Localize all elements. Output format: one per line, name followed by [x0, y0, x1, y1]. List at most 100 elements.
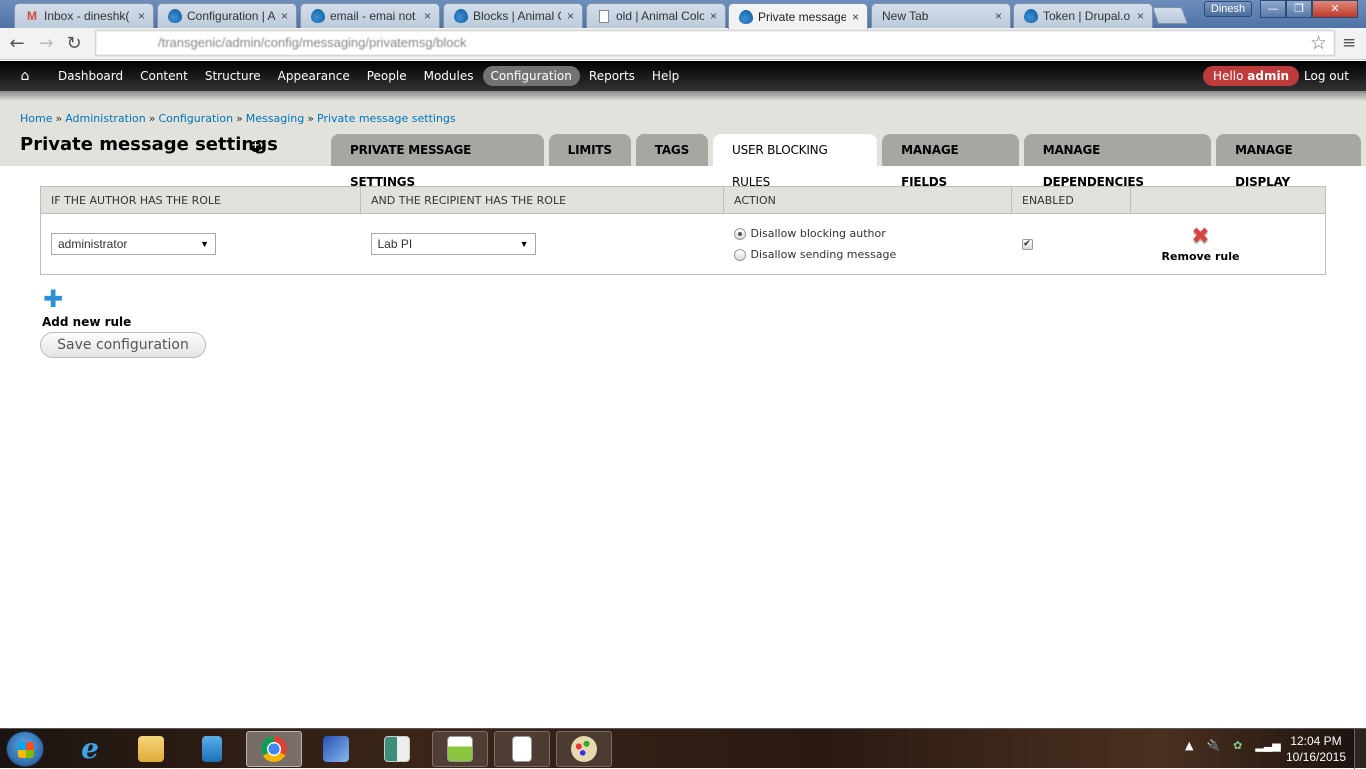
recipient-role-select[interactable]: Lab PI ▼: [370, 233, 536, 255]
tab-tags[interactable]: TAGS: [635, 134, 709, 166]
breadcrumb-home[interactable]: Home: [20, 112, 52, 125]
signal-strength-icon[interactable]: ▂▃▅: [1255, 739, 1280, 752]
admin-menu-appearance[interactable]: Appearance: [270, 66, 358, 86]
admin-menu-modules[interactable]: Modules: [416, 66, 482, 86]
admin-menu-content[interactable]: Content: [132, 66, 196, 86]
user-greeting[interactable]: Hello admin: [1203, 66, 1300, 86]
action-option-disallow-blocking[interactable]: Disallow blocking author: [733, 223, 1012, 244]
document-app-icon: [512, 736, 532, 762]
save-configuration-button[interactable]: Save configuration: [40, 332, 206, 358]
close-tab-icon[interactable]: ×: [281, 9, 288, 23]
taskbar-remote-desktop[interactable]: [308, 731, 364, 767]
dropdown-arrow-icon: ▼: [200, 239, 209, 249]
remove-rule-button[interactable]: ✖ Remove rule: [1141, 225, 1261, 263]
bookmark-star-icon[interactable]: ☆: [1310, 32, 1327, 54]
admin-menu-configuration[interactable]: Configuration: [482, 66, 580, 86]
author-role-select[interactable]: administrator ▼: [51, 233, 216, 255]
notepad-plus-plus-icon: [447, 736, 473, 762]
profile-button[interactable]: Dinesh: [1204, 1, 1252, 17]
drupal-icon: [168, 9, 182, 23]
restore-button[interactable]: ❐: [1286, 0, 1312, 18]
address-bar[interactable]: /transgenic/admin/config/messaging/priva…: [95, 30, 1335, 56]
add-plus-icon[interactable]: ✚: [43, 287, 63, 311]
browser-tab-old[interactable]: old | Animal Colo ×: [586, 3, 726, 28]
window-app-icon: [384, 736, 410, 762]
tab-title: Configuration | A: [187, 9, 275, 23]
taskbar-windows-explorer[interactable]: [123, 731, 179, 767]
page-title: Private message settings: [20, 134, 278, 155]
breadcrumb-configuration[interactable]: Configuration: [158, 112, 233, 125]
author-role-value: administrator: [58, 237, 128, 251]
browser-tab-private-message[interactable]: Private message ×: [728, 3, 868, 29]
enabled-checkbox[interactable]: ✔: [1021, 238, 1033, 250]
breadcrumb: Home» Administration» Configuration» Messag…: [20, 112, 456, 125]
tab-private-message-settings[interactable]: PRIVATE MESSAGE SETTINGS: [331, 134, 544, 189]
close-tab-icon[interactable]: ×: [567, 9, 574, 23]
action-option-disallow-sending[interactable]: Disallow sending message: [733, 244, 1012, 265]
admin-menu-people[interactable]: People: [359, 66, 415, 86]
breadcrumb-separator: »: [236, 112, 243, 125]
taskbar-chrome[interactable]: [246, 731, 302, 767]
close-tab-icon[interactable]: ×: [1137, 9, 1144, 23]
reload-button[interactable]: ↻: [62, 32, 86, 56]
close-window-button[interactable]: ✕: [1312, 0, 1358, 18]
enabled-cell: ✔: [1012, 214, 1131, 275]
home-icon[interactable]: ⌂: [0, 68, 50, 84]
author-role-cell: administrator ▼: [41, 214, 361, 275]
add-new-rule-link[interactable]: Add new rule: [42, 315, 131, 329]
header-enabled: ENABLED: [1011, 186, 1131, 214]
breadcrumb-separator: »: [148, 112, 156, 125]
paint-palette-icon: [571, 736, 597, 762]
logout-link[interactable]: Log out: [1304, 66, 1349, 86]
admin-menu-help[interactable]: Help: [644, 66, 687, 86]
document-icon: [597, 9, 611, 23]
taskbar-window-app[interactable]: [369, 731, 425, 767]
radio-disallow-blocking-author[interactable]: [733, 227, 746, 240]
show-hidden-icons-arrow[interactable]: ▲: [1185, 739, 1193, 752]
close-tab-icon[interactable]: ×: [138, 9, 145, 23]
taskbar-paint[interactable]: [556, 731, 612, 767]
operations-cell: ✖ Remove rule: [1131, 214, 1326, 275]
admin-menu-dashboard[interactable]: Dashboard: [50, 66, 131, 86]
add-shortcut-icon[interactable]: +: [250, 141, 261, 152]
tab-manage-fields[interactable]: MANAGE FIELDS: [882, 134, 1019, 189]
drupal-icon: [454, 9, 468, 23]
sync-icon[interactable]: ✿: [1233, 739, 1242, 752]
drupal-drop-icon: [311, 9, 325, 23]
tab-limits[interactable]: LIMITS: [548, 134, 631, 166]
tab-manage-dependencies[interactable]: MANAGE DEPENDENCIES: [1023, 134, 1212, 189]
header-author-role: IF THE AUTHOR HAS THE ROLE: [40, 186, 361, 214]
back-button[interactable]: ←: [5, 32, 29, 56]
breadcrumb-private-message-settings[interactable]: Private message settings: [317, 112, 456, 125]
taskbar-notepad-plus-plus[interactable]: [432, 731, 488, 767]
close-tab-icon[interactable]: ×: [424, 9, 431, 23]
taskbar-media-player[interactable]: [184, 731, 240, 767]
browser-tab-configuration[interactable]: Configuration | A ×: [157, 3, 297, 28]
show-desktop-button[interactable]: [1354, 729, 1366, 769]
breadcrumb-messaging[interactable]: Messaging: [246, 112, 304, 125]
admin-menu-reports[interactable]: Reports: [581, 66, 643, 86]
minimize-button[interactable]: —: [1260, 0, 1286, 18]
start-button[interactable]: [6, 731, 44, 767]
chrome-menu-icon[interactable]: ≡: [1342, 33, 1356, 53]
recipient-role-value: Lab PI: [377, 237, 413, 251]
new-tab-button[interactable]: [1151, 7, 1189, 24]
close-tab-icon[interactable]: ×: [710, 9, 717, 23]
breadcrumb-administration[interactable]: Administration: [65, 112, 146, 125]
close-tab-icon[interactable]: ×: [995, 9, 1002, 23]
browser-tab-email[interactable]: email - emai not ×: [300, 3, 440, 28]
taskbar-internet-explorer[interactable]: e: [62, 731, 118, 767]
browser-tab-new-tab[interactable]: New Tab ×: [871, 3, 1011, 28]
radio-disallow-sending-message[interactable]: [733, 248, 746, 261]
close-tab-icon[interactable]: ×: [852, 10, 859, 24]
taskbar-clock[interactable]: 12:04 PM 10/16/2015: [1282, 733, 1350, 765]
tab-manage-display[interactable]: MANAGE DISPLAY: [1216, 134, 1361, 189]
forward-button[interactable]: →: [34, 32, 58, 56]
taskbar-document-app[interactable]: [494, 731, 550, 767]
browser-tab-blocks[interactable]: Blocks | Animal C ×: [443, 3, 583, 28]
admin-menu-structure[interactable]: Structure: [197, 66, 269, 86]
power-icon[interactable]: 🔌: [1206, 739, 1220, 752]
tab-user-blocking-rules[interactable]: USER BLOCKING RULES: [713, 134, 878, 189]
browser-tab-token[interactable]: Token | Drupal.o ×: [1013, 3, 1153, 28]
browser-tab-inbox[interactable]: M Inbox - dineshk( ×: [14, 3, 154, 28]
